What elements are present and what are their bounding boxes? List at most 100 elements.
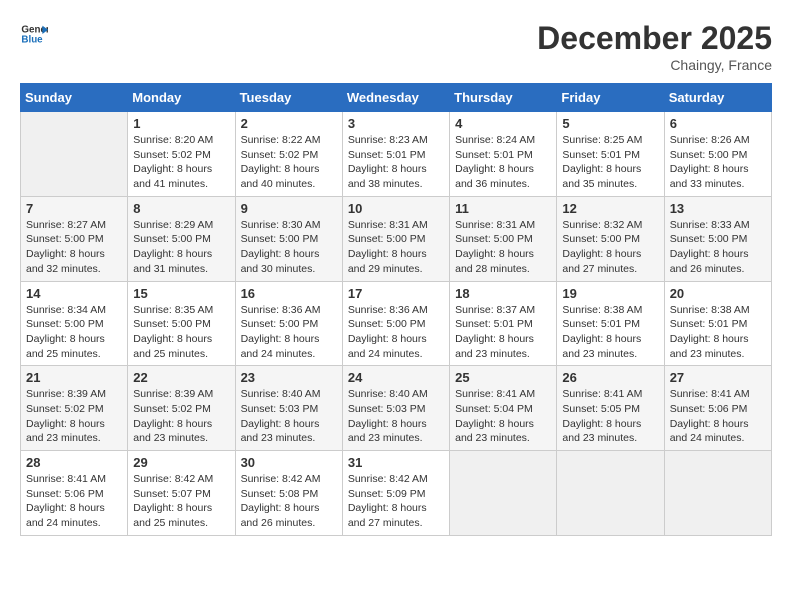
day-cell: 5 Sunrise: 8:25 AM Sunset: 5:01 PM Daylig… (557, 112, 664, 197)
svg-text:Blue: Blue (21, 34, 43, 45)
day-cell: 28 Sunrise: 8:41 AM Sunset: 5:06 PM Dayli… (21, 451, 128, 536)
logo: General Blue (20, 20, 48, 48)
day-info: Sunrise: 8:20 AM Sunset: 5:02 PM Dayligh… (133, 133, 229, 192)
day-info: Sunrise: 8:24 AM Sunset: 5:01 PM Dayligh… (455, 133, 551, 192)
day-info: Sunrise: 8:32 AM Sunset: 5:00 PM Dayligh… (562, 218, 658, 277)
day-cell: 24Sunrise: 8:40 AM Sunset: 5:03 PM Dayli… (342, 366, 449, 451)
day-info: Sunrise: 8:37 AM Sunset: 5:01 PM Dayligh… (455, 303, 551, 362)
location: Chaingy, France (537, 57, 772, 73)
day-cell: 2 Sunrise: 8:22 AM Sunset: 5:02 PM Daylig… (235, 112, 342, 197)
day-number: 2 (241, 116, 337, 131)
day-number: 22 (133, 370, 229, 385)
day-number: 14 (26, 286, 122, 301)
day-info: Sunrise: 8:22 AM Sunset: 5:02 PM Dayligh… (241, 133, 337, 192)
day-number: 3 (348, 116, 444, 131)
day-number: 17 (348, 286, 444, 301)
day-cell: 25 Sunrise: 8:41 AM Sunset: 5:04 PM Dayli… (450, 366, 557, 451)
calendar-header: SundayMondayTuesdayWednesdayThursdayFrid… (21, 84, 772, 112)
day-info: Sunrise: 8:33 AM Sunset: 5:00 PM Dayligh… (670, 218, 766, 277)
day-number: 11 (455, 201, 551, 216)
day-cell: 7 Sunrise: 8:27 AM Sunset: 5:00 PM Daylig… (21, 196, 128, 281)
logo-icon: General Blue (20, 20, 48, 48)
day-cell: 18 Sunrise: 8:37 AM Sunset: 5:01 PM Dayli… (450, 281, 557, 366)
day-cell: 3 Sunrise: 8:23 AM Sunset: 5:01 PM Daylig… (342, 112, 449, 197)
day-cell: 19 Sunrise: 8:38 AM Sunset: 5:01 PM Dayli… (557, 281, 664, 366)
day-info: Sunrise: 8:23 AM Sunset: 5:01 PM Dayligh… (348, 133, 444, 192)
day-number: 26 (562, 370, 658, 385)
day-cell (450, 451, 557, 536)
title-block: December 2025 Chaingy, France (537, 20, 772, 73)
day-cell: 27 Sunrise: 8:41 AM Sunset: 5:06 PM Dayli… (664, 366, 771, 451)
day-info: Sunrise: 8:38 AM Sunset: 5:01 PM Dayligh… (670, 303, 766, 362)
day-cell: 10Sunrise: 8:31 AM Sunset: 5:00 PM Dayli… (342, 196, 449, 281)
day-number: 21 (26, 370, 122, 385)
day-number: 24 (348, 370, 444, 385)
week-row-1: 7 Sunrise: 8:27 AM Sunset: 5:00 PM Daylig… (21, 196, 772, 281)
day-info: Sunrise: 8:40 AM Sunset: 5:03 PM Dayligh… (241, 387, 337, 446)
day-info: Sunrise: 8:26 AM Sunset: 5:00 PM Dayligh… (670, 133, 766, 192)
header-cell-friday: Friday (557, 84, 664, 112)
day-number: 7 (26, 201, 122, 216)
day-number: 15 (133, 286, 229, 301)
day-number: 9 (241, 201, 337, 216)
header-cell-wednesday: Wednesday (342, 84, 449, 112)
day-info: Sunrise: 8:38 AM Sunset: 5:01 PM Dayligh… (562, 303, 658, 362)
day-info: Sunrise: 8:35 AM Sunset: 5:00 PM Dayligh… (133, 303, 229, 362)
week-row-3: 21 Sunrise: 8:39 AM Sunset: 5:02 PM Dayli… (21, 366, 772, 451)
day-number: 19 (562, 286, 658, 301)
day-number: 28 (26, 455, 122, 470)
day-cell: 17 Sunrise: 8:36 AM Sunset: 5:00 PM Dayli… (342, 281, 449, 366)
day-cell: 9 Sunrise: 8:30 AM Sunset: 5:00 PM Daylig… (235, 196, 342, 281)
day-number: 30 (241, 455, 337, 470)
week-row-2: 14 Sunrise: 8:34 AM Sunset: 5:00 PM Dayli… (21, 281, 772, 366)
day-number: 16 (241, 286, 337, 301)
header-cell-tuesday: Tuesday (235, 84, 342, 112)
day-number: 1 (133, 116, 229, 131)
header-cell-thursday: Thursday (450, 84, 557, 112)
day-number: 25 (455, 370, 551, 385)
day-info: Sunrise: 8:34 AM Sunset: 5:00 PM Dayligh… (26, 303, 122, 362)
day-info: Sunrise: 8:36 AM Sunset: 5:00 PM Dayligh… (241, 303, 337, 362)
day-info: Sunrise: 8:39 AM Sunset: 5:02 PM Dayligh… (133, 387, 229, 446)
day-info: Sunrise: 8:39 AM Sunset: 5:02 PM Dayligh… (26, 387, 122, 446)
day-number: 20 (670, 286, 766, 301)
day-cell: 20 Sunrise: 8:38 AM Sunset: 5:01 PM Dayli… (664, 281, 771, 366)
day-number: 31 (348, 455, 444, 470)
day-info: Sunrise: 8:41 AM Sunset: 5:04 PM Dayligh… (455, 387, 551, 446)
day-number: 12 (562, 201, 658, 216)
header-cell-monday: Monday (128, 84, 235, 112)
day-cell: 4Sunrise: 8:24 AM Sunset: 5:01 PM Daylig… (450, 112, 557, 197)
day-info: Sunrise: 8:31 AM Sunset: 5:00 PM Dayligh… (455, 218, 551, 277)
day-info: Sunrise: 8:36 AM Sunset: 5:00 PM Dayligh… (348, 303, 444, 362)
day-cell: 31 Sunrise: 8:42 AM Sunset: 5:09 PM Dayli… (342, 451, 449, 536)
day-number: 18 (455, 286, 551, 301)
day-info: Sunrise: 8:41 AM Sunset: 5:06 PM Dayligh… (26, 472, 122, 531)
day-cell: 1 Sunrise: 8:20 AM Sunset: 5:02 PM Daylig… (128, 112, 235, 197)
calendar-body: 1 Sunrise: 8:20 AM Sunset: 5:02 PM Daylig… (21, 112, 772, 536)
day-cell: 21 Sunrise: 8:39 AM Sunset: 5:02 PM Dayli… (21, 366, 128, 451)
day-info: Sunrise: 8:42 AM Sunset: 5:09 PM Dayligh… (348, 472, 444, 531)
day-info: Sunrise: 8:42 AM Sunset: 5:07 PM Dayligh… (133, 472, 229, 531)
day-cell (664, 451, 771, 536)
day-cell: 8Sunrise: 8:29 AM Sunset: 5:00 PM Daylig… (128, 196, 235, 281)
day-number: 5 (562, 116, 658, 131)
week-row-4: 28 Sunrise: 8:41 AM Sunset: 5:06 PM Dayli… (21, 451, 772, 536)
day-cell: 16 Sunrise: 8:36 AM Sunset: 5:00 PM Dayli… (235, 281, 342, 366)
day-cell (21, 112, 128, 197)
day-cell: 15 Sunrise: 8:35 AM Sunset: 5:00 PM Dayli… (128, 281, 235, 366)
day-info: Sunrise: 8:41 AM Sunset: 5:05 PM Dayligh… (562, 387, 658, 446)
day-number: 29 (133, 455, 229, 470)
day-info: Sunrise: 8:41 AM Sunset: 5:06 PM Dayligh… (670, 387, 766, 446)
day-cell: 13 Sunrise: 8:33 AM Sunset: 5:00 PM Dayli… (664, 196, 771, 281)
calendar-table: SundayMondayTuesdayWednesdayThursdayFrid… (20, 83, 772, 536)
day-number: 23 (241, 370, 337, 385)
day-number: 13 (670, 201, 766, 216)
day-number: 27 (670, 370, 766, 385)
day-info: Sunrise: 8:42 AM Sunset: 5:08 PM Dayligh… (241, 472, 337, 531)
day-info: Sunrise: 8:30 AM Sunset: 5:00 PM Dayligh… (241, 218, 337, 277)
day-cell (557, 451, 664, 536)
day-info: Sunrise: 8:25 AM Sunset: 5:01 PM Dayligh… (562, 133, 658, 192)
day-cell: 14 Sunrise: 8:34 AM Sunset: 5:00 PM Dayli… (21, 281, 128, 366)
month-title: December 2025 (537, 20, 772, 57)
day-info: Sunrise: 8:27 AM Sunset: 5:00 PM Dayligh… (26, 218, 122, 277)
